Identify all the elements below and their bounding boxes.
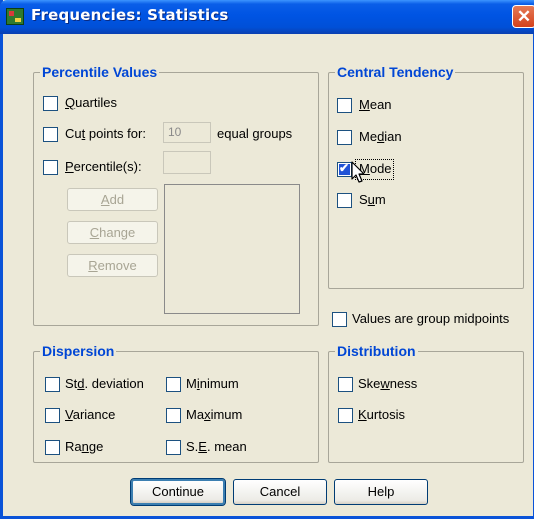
cut-points-input[interactable]: 10	[163, 122, 211, 143]
skewness-label[interactable]: Skewness	[358, 376, 417, 392]
std-deviation-checkbox[interactable]	[45, 377, 60, 392]
percentile-list[interactable]	[164, 184, 300, 314]
mean-checkbox[interactable]	[337, 98, 352, 113]
cancel-button[interactable]: Cancel	[233, 479, 327, 505]
mouse-cursor-icon	[351, 161, 365, 183]
kurtosis-label[interactable]: Kurtosis	[358, 407, 405, 423]
group-midpoints-label[interactable]: Values are group midpoints	[352, 311, 509, 327]
range-checkbox[interactable]	[45, 440, 60, 455]
percentiles-checkbox[interactable]	[43, 160, 58, 175]
window-title: Frequencies: Statistics	[31, 6, 229, 24]
kurtosis-checkbox[interactable]	[338, 408, 353, 423]
percentiles-label[interactable]: Percentile(s):	[65, 159, 142, 175]
sum-checkbox[interactable]	[337, 193, 352, 208]
add-button[interactable]: Add	[67, 188, 158, 211]
help-button[interactable]: Help	[334, 479, 428, 505]
cut-points-checkbox[interactable]	[43, 127, 58, 142]
variance-label[interactable]: Variance	[65, 407, 115, 423]
mode-checkbox[interactable]	[337, 161, 352, 177]
app-icon	[6, 8, 24, 25]
skewness-checkbox[interactable]	[338, 377, 353, 392]
remove-button[interactable]: Remove	[67, 254, 158, 277]
cut-points-label[interactable]: Cut points for:	[65, 126, 146, 142]
close-button[interactable]: ✕	[512, 5, 534, 28]
quartiles-checkbox[interactable]	[43, 96, 58, 111]
range-label[interactable]: Range	[65, 439, 103, 455]
median-label[interactable]: Median	[359, 129, 402, 145]
se-mean-checkbox[interactable]	[166, 440, 181, 455]
sum-label[interactable]: Sum	[359, 192, 386, 208]
group-midpoints-checkbox[interactable]	[332, 312, 347, 327]
mean-label[interactable]: Mean	[359, 97, 392, 113]
distribution-title: Distribution	[335, 343, 418, 359]
maximum-checkbox[interactable]	[166, 408, 181, 423]
se-mean-label[interactable]: S.E. mean	[186, 439, 247, 455]
continue-button[interactable]: Continue	[130, 478, 226, 506]
quartiles-label[interactable]: Quartiles	[65, 95, 117, 111]
statistics-dialog: Frequencies: Statistics ✕ Percentile Val…	[0, 0, 534, 519]
dispersion-title: Dispersion	[40, 343, 117, 359]
std-deviation-label[interactable]: Std. deviation	[65, 376, 144, 392]
percentile-input[interactable]	[163, 151, 211, 174]
median-checkbox[interactable]	[337, 130, 352, 145]
minimum-checkbox[interactable]	[166, 377, 181, 392]
percentile-values-title: Percentile Values	[40, 64, 160, 80]
title-bar[interactable]: Frequencies: Statistics ✕	[0, 0, 534, 34]
equal-groups-label: equal groups	[217, 126, 293, 141]
maximum-label[interactable]: Maximum	[186, 407, 242, 423]
central-tendency-title: Central Tendency	[335, 64, 456, 80]
variance-checkbox[interactable]	[45, 408, 60, 423]
change-button[interactable]: Change	[67, 221, 158, 244]
minimum-label[interactable]: Minimum	[186, 376, 239, 392]
